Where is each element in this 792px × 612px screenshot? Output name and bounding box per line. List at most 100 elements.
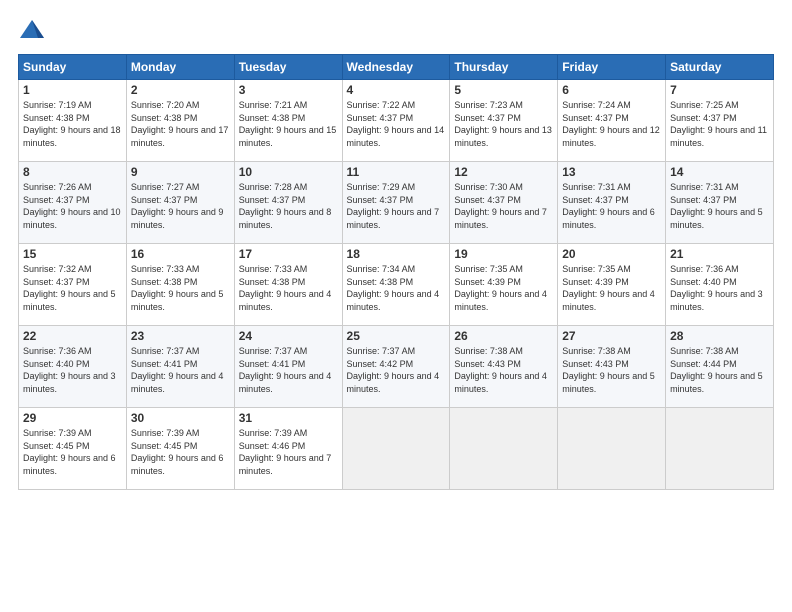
day-number: 9 — [131, 165, 230, 179]
calendar-cell: 11 Sunrise: 7:29 AMSunset: 4:37 PMDaylig… — [342, 162, 450, 244]
calendar-cell: 15 Sunrise: 7:32 AMSunset: 4:37 PMDaylig… — [19, 244, 127, 326]
day-info: Sunrise: 7:37 AMSunset: 4:42 PMDaylight:… — [347, 346, 440, 394]
day-number: 29 — [23, 411, 122, 425]
calendar-cell: 4 Sunrise: 7:22 AMSunset: 4:37 PMDayligh… — [342, 80, 450, 162]
calendar-cell: 31 Sunrise: 7:39 AMSunset: 4:46 PMDaylig… — [234, 408, 342, 490]
day-number: 11 — [347, 165, 446, 179]
day-info: Sunrise: 7:23 AMSunset: 4:37 PMDaylight:… — [454, 100, 552, 148]
day-info: Sunrise: 7:20 AMSunset: 4:38 PMDaylight:… — [131, 100, 229, 148]
day-info: Sunrise: 7:31 AMSunset: 4:37 PMDaylight:… — [670, 182, 763, 230]
calendar-cell: 2 Sunrise: 7:20 AMSunset: 4:38 PMDayligh… — [126, 80, 234, 162]
calendar-cell: 25 Sunrise: 7:37 AMSunset: 4:42 PMDaylig… — [342, 326, 450, 408]
day-number: 22 — [23, 329, 122, 343]
day-info: Sunrise: 7:36 AMSunset: 4:40 PMDaylight:… — [670, 264, 763, 312]
day-number: 24 — [239, 329, 338, 343]
day-info: Sunrise: 7:25 AMSunset: 4:37 PMDaylight:… — [670, 100, 767, 148]
day-info: Sunrise: 7:39 AMSunset: 4:45 PMDaylight:… — [23, 428, 116, 476]
day-number: 23 — [131, 329, 230, 343]
calendar-cell: 20 Sunrise: 7:35 AMSunset: 4:39 PMDaylig… — [558, 244, 666, 326]
day-number: 14 — [670, 165, 769, 179]
calendar-cell: 10 Sunrise: 7:28 AMSunset: 4:37 PMDaylig… — [234, 162, 342, 244]
page: SundayMondayTuesdayWednesdayThursdayFrid… — [0, 0, 792, 612]
calendar-header-wednesday: Wednesday — [342, 55, 450, 80]
calendar-cell: 16 Sunrise: 7:33 AMSunset: 4:38 PMDaylig… — [126, 244, 234, 326]
day-info: Sunrise: 7:35 AMSunset: 4:39 PMDaylight:… — [454, 264, 547, 312]
day-number: 17 — [239, 247, 338, 261]
day-number: 5 — [454, 83, 553, 97]
day-info: Sunrise: 7:27 AMSunset: 4:37 PMDaylight:… — [131, 182, 224, 230]
calendar-cell: 22 Sunrise: 7:36 AMSunset: 4:40 PMDaylig… — [19, 326, 127, 408]
day-info: Sunrise: 7:39 AMSunset: 4:45 PMDaylight:… — [131, 428, 224, 476]
calendar-cell — [558, 408, 666, 490]
calendar-cell: 21 Sunrise: 7:36 AMSunset: 4:40 PMDaylig… — [666, 244, 774, 326]
day-info: Sunrise: 7:38 AMSunset: 4:43 PMDaylight:… — [562, 346, 655, 394]
day-number: 31 — [239, 411, 338, 425]
day-number: 8 — [23, 165, 122, 179]
calendar-header-friday: Friday — [558, 55, 666, 80]
calendar-cell: 7 Sunrise: 7:25 AMSunset: 4:37 PMDayligh… — [666, 80, 774, 162]
day-info: Sunrise: 7:28 AMSunset: 4:37 PMDaylight:… — [239, 182, 332, 230]
day-info: Sunrise: 7:38 AMSunset: 4:43 PMDaylight:… — [454, 346, 547, 394]
calendar-header-row: SundayMondayTuesdayWednesdayThursdayFrid… — [19, 55, 774, 80]
day-info: Sunrise: 7:19 AMSunset: 4:38 PMDaylight:… — [23, 100, 121, 148]
calendar-cell — [342, 408, 450, 490]
logo-icon — [18, 16, 46, 44]
calendar-week-4: 22 Sunrise: 7:36 AMSunset: 4:40 PMDaylig… — [19, 326, 774, 408]
calendar-cell: 28 Sunrise: 7:38 AMSunset: 4:44 PMDaylig… — [666, 326, 774, 408]
day-info: Sunrise: 7:39 AMSunset: 4:46 PMDaylight:… — [239, 428, 332, 476]
calendar-cell: 29 Sunrise: 7:39 AMSunset: 4:45 PMDaylig… — [19, 408, 127, 490]
calendar-cell: 17 Sunrise: 7:33 AMSunset: 4:38 PMDaylig… — [234, 244, 342, 326]
day-info: Sunrise: 7:31 AMSunset: 4:37 PMDaylight:… — [562, 182, 655, 230]
day-number: 4 — [347, 83, 446, 97]
day-number: 18 — [347, 247, 446, 261]
day-info: Sunrise: 7:33 AMSunset: 4:38 PMDaylight:… — [239, 264, 332, 312]
calendar-cell: 30 Sunrise: 7:39 AMSunset: 4:45 PMDaylig… — [126, 408, 234, 490]
day-number: 20 — [562, 247, 661, 261]
calendar-cell: 27 Sunrise: 7:38 AMSunset: 4:43 PMDaylig… — [558, 326, 666, 408]
calendar-header-tuesday: Tuesday — [234, 55, 342, 80]
day-info: Sunrise: 7:32 AMSunset: 4:37 PMDaylight:… — [23, 264, 116, 312]
calendar-cell: 24 Sunrise: 7:37 AMSunset: 4:41 PMDaylig… — [234, 326, 342, 408]
day-info: Sunrise: 7:37 AMSunset: 4:41 PMDaylight:… — [239, 346, 332, 394]
calendar-week-2: 8 Sunrise: 7:26 AMSunset: 4:37 PMDayligh… — [19, 162, 774, 244]
calendar-cell — [666, 408, 774, 490]
day-info: Sunrise: 7:35 AMSunset: 4:39 PMDaylight:… — [562, 264, 655, 312]
calendar-week-1: 1 Sunrise: 7:19 AMSunset: 4:38 PMDayligh… — [19, 80, 774, 162]
day-number: 2 — [131, 83, 230, 97]
calendar-cell: 13 Sunrise: 7:31 AMSunset: 4:37 PMDaylig… — [558, 162, 666, 244]
day-info: Sunrise: 7:34 AMSunset: 4:38 PMDaylight:… — [347, 264, 440, 312]
day-number: 25 — [347, 329, 446, 343]
calendar-header-sunday: Sunday — [19, 55, 127, 80]
day-info: Sunrise: 7:30 AMSunset: 4:37 PMDaylight:… — [454, 182, 547, 230]
day-number: 19 — [454, 247, 553, 261]
day-info: Sunrise: 7:38 AMSunset: 4:44 PMDaylight:… — [670, 346, 763, 394]
calendar-week-3: 15 Sunrise: 7:32 AMSunset: 4:37 PMDaylig… — [19, 244, 774, 326]
day-info: Sunrise: 7:24 AMSunset: 4:37 PMDaylight:… — [562, 100, 660, 148]
header — [18, 16, 774, 44]
calendar-cell: 12 Sunrise: 7:30 AMSunset: 4:37 PMDaylig… — [450, 162, 558, 244]
day-number: 6 — [562, 83, 661, 97]
calendar-cell: 23 Sunrise: 7:37 AMSunset: 4:41 PMDaylig… — [126, 326, 234, 408]
calendar-cell: 14 Sunrise: 7:31 AMSunset: 4:37 PMDaylig… — [666, 162, 774, 244]
day-info: Sunrise: 7:26 AMSunset: 4:37 PMDaylight:… — [23, 182, 121, 230]
calendar-cell: 18 Sunrise: 7:34 AMSunset: 4:38 PMDaylig… — [342, 244, 450, 326]
logo — [18, 16, 50, 44]
day-info: Sunrise: 7:29 AMSunset: 4:37 PMDaylight:… — [347, 182, 440, 230]
calendar-cell: 9 Sunrise: 7:27 AMSunset: 4:37 PMDayligh… — [126, 162, 234, 244]
day-number: 21 — [670, 247, 769, 261]
calendar-week-5: 29 Sunrise: 7:39 AMSunset: 4:45 PMDaylig… — [19, 408, 774, 490]
day-number: 28 — [670, 329, 769, 343]
day-number: 7 — [670, 83, 769, 97]
calendar-cell: 5 Sunrise: 7:23 AMSunset: 4:37 PMDayligh… — [450, 80, 558, 162]
calendar-header-monday: Monday — [126, 55, 234, 80]
day-number: 1 — [23, 83, 122, 97]
calendar-cell — [450, 408, 558, 490]
day-info: Sunrise: 7:33 AMSunset: 4:38 PMDaylight:… — [131, 264, 224, 312]
day-number: 27 — [562, 329, 661, 343]
calendar-cell: 26 Sunrise: 7:38 AMSunset: 4:43 PMDaylig… — [450, 326, 558, 408]
day-number: 13 — [562, 165, 661, 179]
calendar-table: SundayMondayTuesdayWednesdayThursdayFrid… — [18, 54, 774, 490]
day-number: 3 — [239, 83, 338, 97]
day-info: Sunrise: 7:36 AMSunset: 4:40 PMDaylight:… — [23, 346, 116, 394]
day-info: Sunrise: 7:37 AMSunset: 4:41 PMDaylight:… — [131, 346, 224, 394]
